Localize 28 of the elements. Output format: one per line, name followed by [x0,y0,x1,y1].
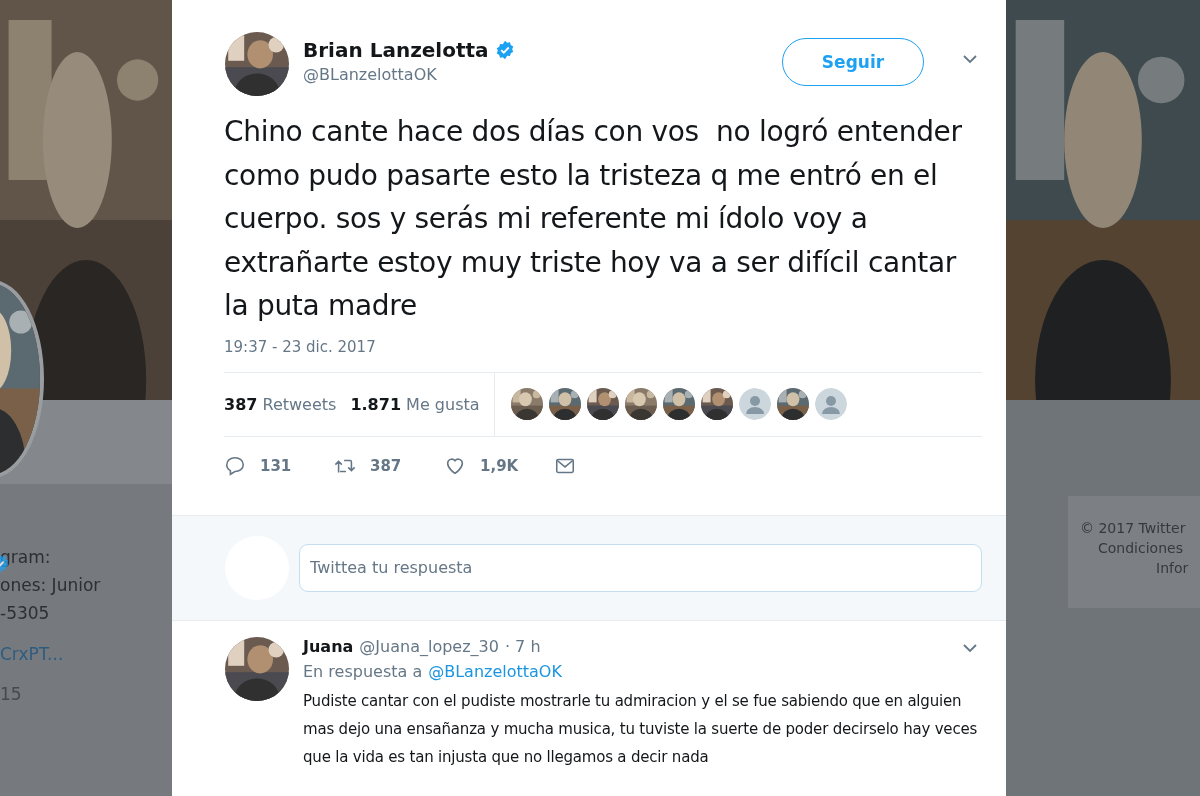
reply-author-name[interactable]: Juana [303,636,354,656]
author-name[interactable]: Brian Lanzelotta [303,38,489,62]
follow-button[interactable]: Seguir [782,38,924,86]
reply-author-handle[interactable]: @Juana_lopez_30 [359,636,499,656]
avatar-icon[interactable] [814,388,847,420]
action-count: 131 [260,456,292,475]
bio-text: gram: [0,546,52,568]
in-reply-to-label: En respuesta a [303,661,423,681]
avatar-icon[interactable] [738,388,771,420]
reply-text: Pudiste cantar con el pudiste mostrarle tu admiracion y el se fue sabiendo que en alguien mas dejo una ensañanza y mucha musica, tu tuviste la suerte de poder decirselo hay veces que la vida es tan injusta que no llegamos a decir nada [303,690,979,768]
bio-text: -5305 [0,602,51,624]
chevron-down-icon[interactable] [962,642,978,653]
bio-text: ones: Junior [0,574,102,596]
reply-icon[interactable] [224,454,246,477]
mention-link[interactable]: @BLanzelottaOK [428,661,562,681]
reply-time[interactable]: · 7 h [504,636,541,656]
stat-count[interactable]: 387 Retweets [224,394,337,414]
tweet-timestamp[interactable]: 19:37 - 23 dic. 2017 [224,337,1006,356]
footer-link[interactable]: Condiciones [1080,540,1200,556]
action-count: 1,9K [480,456,519,475]
tweet-text: Chino cante hace dos días con vos no logró entender como pudo pasarte esto la tristeza q me entró en el cuerpo. sos y serás mi referente mi ídolo voy a extrañarte estoy muy triste hoy va a ser difícil cantar la puta madre [224,114,963,324]
reply-input[interactable]: Twittea tu respuesta [299,543,982,592]
author-handle[interactable]: @BLanzelottaOK [303,65,768,84]
footer-link[interactable]: © 2017 Twitter [1080,520,1200,536]
chevron-down-icon[interactable] [962,54,978,64]
action-count: 387 [370,456,402,475]
footer-link[interactable]: Infor [1080,560,1200,576]
stat-count[interactable]: 1.871 Me gusta [350,394,480,414]
